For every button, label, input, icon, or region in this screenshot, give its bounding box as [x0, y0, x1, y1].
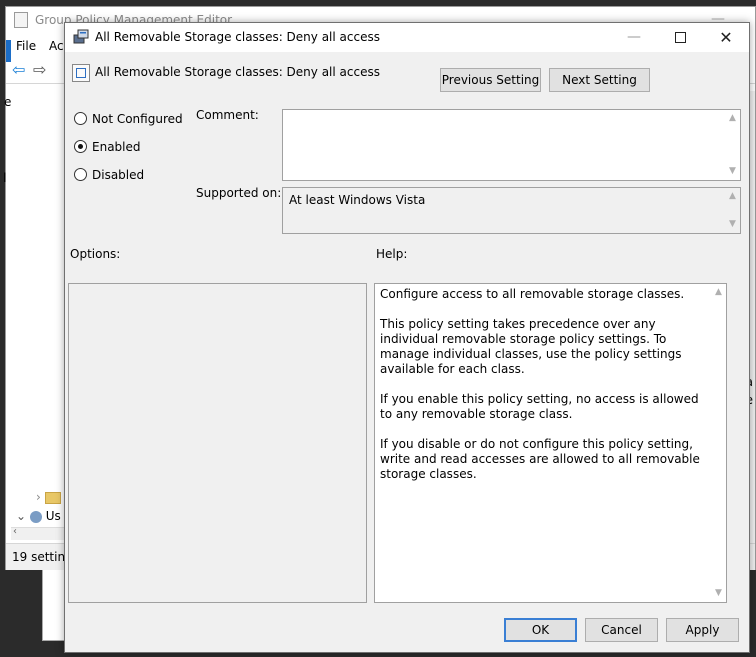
comment-scrollbar[interactable]: ▲ ▼	[725, 110, 740, 180]
close-icon[interactable]: ✕	[703, 23, 749, 52]
comment-label: Comment:	[196, 108, 259, 122]
supported-on-value: At least Windows Vista	[289, 193, 426, 207]
radio-enabled-circle[interactable]	[74, 140, 87, 153]
supported-on-label: Supported on:	[196, 186, 282, 200]
radio-enabled[interactable]: Enabled	[74, 140, 141, 158]
supported-on-field: At least Windows Vista ▲ ▼	[282, 187, 741, 234]
radio-enabled-label: Enabled	[92, 140, 141, 154]
gpme-app-icon	[14, 12, 28, 28]
help-text: Configure access to all removable storag…	[380, 287, 708, 497]
tree-edge-text: l	[3, 171, 7, 185]
tree-edge-text: e	[4, 95, 12, 109]
help-paragraph: If you disable or do not configure this …	[380, 437, 700, 481]
next-setting-button[interactable]: Next Setting	[549, 68, 650, 92]
ok-button[interactable]: OK	[504, 618, 577, 642]
arrow-left-icon[interactable]: ⇦	[12, 62, 28, 78]
dialog-titlebar: All Removable Storage classes: Deny all …	[65, 23, 749, 52]
radio-not-configured-label: Not Configured	[92, 112, 183, 126]
scroll-up-icon[interactable]: ▲	[725, 189, 740, 204]
help-label: Help:	[376, 247, 408, 261]
scroll-down-icon[interactable]: ▼	[711, 586, 726, 601]
radio-disabled-circle[interactable]	[74, 168, 87, 181]
radio-not-configured-circle[interactable]	[74, 112, 87, 125]
help-panel: Configure access to all removable storag…	[374, 283, 727, 603]
scroll-down-icon[interactable]: ▼	[725, 164, 740, 179]
help-paragraph: Configure access to all removable storag…	[380, 287, 685, 301]
dialog-title: All Removable Storage classes: Deny all …	[95, 30, 380, 44]
scroll-up-icon[interactable]: ▲	[711, 285, 726, 300]
options-panel	[68, 283, 367, 603]
help-paragraph: If you enable this policy setting, no ac…	[380, 392, 699, 421]
previous-setting-button[interactable]: Previous Setting	[440, 68, 541, 92]
radio-disabled-label: Disabled	[92, 168, 145, 182]
menu-file[interactable]: File	[16, 39, 36, 53]
tree-item-user-label: Us	[45, 509, 61, 523]
minimize-icon[interactable]: —	[611, 23, 657, 52]
cancel-button[interactable]: Cancel	[585, 618, 658, 642]
policy-setting-icon	[72, 64, 90, 82]
scroll-up-icon[interactable]: ▲	[725, 111, 740, 126]
folder-icon	[44, 491, 61, 504]
policy-setting-dialog: All Removable Storage classes: Deny all …	[64, 22, 750, 653]
maximize-icon[interactable]	[657, 23, 703, 52]
tree-horizontal-scrollbar[interactable]: ‹	[11, 526, 69, 540]
help-paragraph: This policy setting takes precedence ove…	[380, 317, 682, 376]
policy-app-icon	[73, 29, 89, 44]
radio-not-configured[interactable]: Not Configured	[74, 112, 183, 130]
tree-item-user[interactable]: ⌄ Us	[16, 509, 61, 525]
supported-on-scrollbar[interactable]: ▲ ▼	[725, 188, 740, 233]
menu-action[interactable]: Ac	[49, 39, 64, 53]
scroll-down-icon[interactable]: ▼	[725, 217, 740, 232]
options-label: Options:	[70, 247, 121, 261]
parent-list-edge	[42, 570, 64, 641]
help-scrollbar[interactable]: ▲ ▼	[711, 284, 726, 602]
tree-item-folder[interactable]: ›	[36, 490, 61, 506]
setting-header-title: All Removable Storage classes: Deny all …	[95, 65, 380, 79]
apply-button[interactable]: Apply	[666, 618, 739, 642]
comment-textarea[interactable]: ▲ ▼	[282, 109, 741, 181]
user-config-icon	[29, 510, 42, 523]
radio-disabled[interactable]: Disabled	[74, 168, 144, 186]
arrow-right-icon[interactable]: ⇨	[33, 62, 49, 78]
